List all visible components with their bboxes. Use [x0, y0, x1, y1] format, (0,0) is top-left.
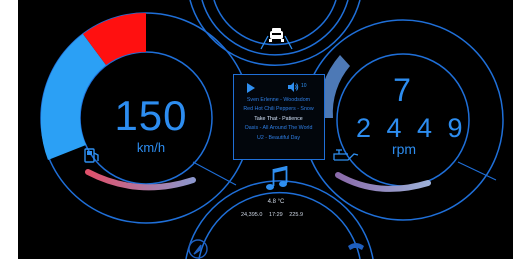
oil-can-icon: [333, 149, 359, 161]
car-icon: [269, 28, 284, 42]
bottom-gauge: [185, 180, 374, 259]
playlist-item[interactable]: Red Hot Chili Peppers - Snow: [234, 105, 323, 114]
rpm-unit: rpm: [391, 141, 417, 157]
music-note-icon: [266, 166, 288, 190]
dashboard-screen: 150 km/h 7 2 4 4 9 rpm 10 Sven Erlenne -…: [18, 0, 513, 259]
playlist-item[interactable]: U2 - Beautiful Day: [234, 134, 323, 143]
gear-value: 7: [393, 72, 411, 108]
media-player: 10 Sven Erlenne - Woodsdom Red Hot Chili…: [233, 74, 325, 160]
playlist-item[interactable]: Sven Erlenne - Woodsdom: [234, 96, 323, 105]
playlist: Sven Erlenne - Woodsdom Red Hot Chili Pe…: [234, 96, 323, 143]
playlist-item[interactable]: Oasis - All Around The World: [234, 124, 323, 133]
trip-info: 24,395.0 17:29 225.9: [241, 212, 321, 218]
play-icon[interactable]: [247, 83, 255, 93]
outside-temperature: 4.8 °C: [267, 199, 285, 205]
playlist-item-active[interactable]: Take That - Patience: [234, 115, 323, 124]
odometer: 24,395.0: [241, 212, 263, 218]
compass-icon[interactable]: [188, 239, 208, 259]
range-value: 225.9: [289, 212, 304, 218]
speed-value: 150: [114, 92, 188, 139]
volume-level: 10: [301, 83, 307, 89]
speed-unit: km/h: [136, 140, 166, 155]
clock-time: 17:29: [268, 212, 283, 218]
rpm-value: 2 4 4 9: [356, 113, 467, 143]
speaker-icon[interactable]: [287, 81, 299, 93]
phone-icon[interactable]: [348, 243, 364, 250]
